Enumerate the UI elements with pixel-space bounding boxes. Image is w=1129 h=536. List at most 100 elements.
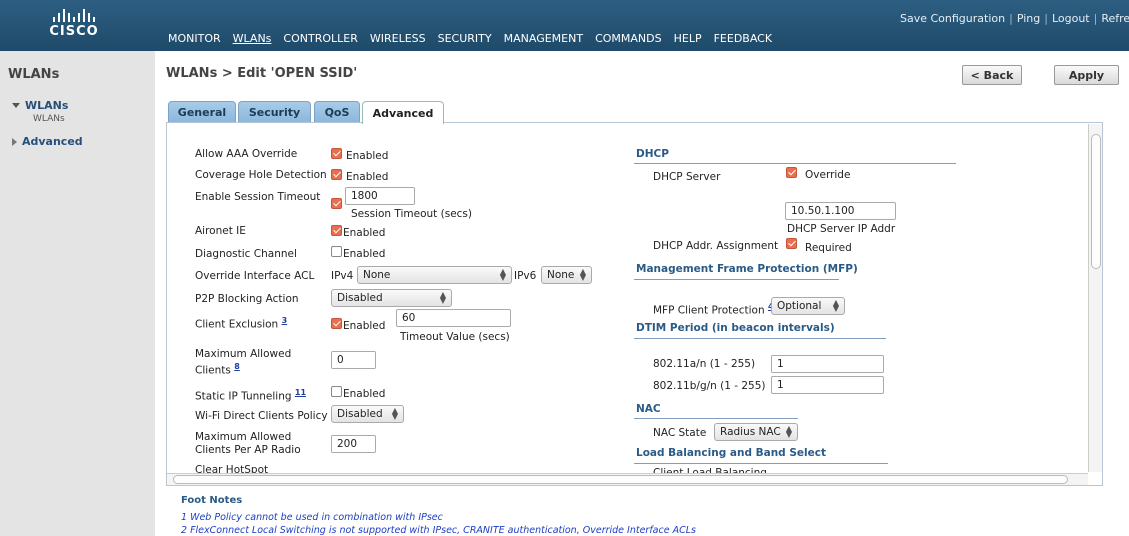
client-exclusion-text-label: Client Exclusion: [195, 318, 279, 331]
ipv4-acl-select[interactable]: None ▲ ▼: [357, 266, 512, 284]
ipv6-label: IPv6: [514, 270, 537, 282]
top-links: Save Configuration | Ping | Logout | Ref…: [900, 12, 1129, 25]
max-per-ap-label-line2: Clients Per AP Radio: [195, 444, 301, 456]
main-nav: MONITOR WLANs CONTROLLER WIRELESS SECURI…: [168, 32, 772, 45]
allow-aaa-override-text: Enabled: [346, 150, 389, 162]
dtim-a-input[interactable]: 1: [771, 355, 884, 373]
ipv6-acl-select[interactable]: None ▲ ▼: [541, 266, 592, 284]
vertical-scrollbar[interactable]: [1088, 124, 1102, 472]
page-title: WLANs > Edit 'OPEN SSID': [166, 66, 358, 81]
mfp-section-header: Management Frame Protection (MFP): [636, 263, 858, 275]
static-ip-label: Static IP Tunneling 11: [195, 388, 306, 403]
section-divider: [634, 163, 956, 164]
select-arrows-icon: ▲ ▼: [579, 267, 586, 282]
link-separator: |: [1009, 12, 1013, 25]
client-exclusion-checkbox[interactable]: [331, 318, 342, 329]
coverage-hole-checkbox[interactable]: [331, 169, 342, 180]
load-balancing-section-header: Load Balancing and Band Select: [636, 447, 826, 459]
mfp-client-protection-text-label: MFP Client Protection: [653, 304, 765, 317]
allow-aaa-override-checkbox[interactable]: [331, 148, 342, 159]
sidebar-item-wlans[interactable]: WLANs: [12, 99, 68, 112]
refresh-link[interactable]: Refresh: [1101, 12, 1129, 25]
footnote-line: 1 Web Policy cannot be used in combinati…: [181, 512, 443, 523]
nac-state-select[interactable]: Radius NAC ▲ ▼: [714, 423, 798, 441]
wifi-direct-select[interactable]: Disabled ▲ ▼: [331, 405, 404, 423]
exclusion-timeout-input[interactable]: 60: [396, 309, 511, 327]
section-divider: [634, 463, 888, 464]
tab-advanced[interactable]: Advanced: [362, 101, 444, 124]
tab-security[interactable]: Security: [238, 101, 311, 123]
nav-wireless[interactable]: WIRELESS: [370, 32, 426, 45]
aironet-ie-text: Enabled: [343, 227, 386, 239]
tab-qos[interactable]: QoS: [314, 101, 360, 123]
session-timeout-sublabel: Session Timeout (secs): [351, 208, 472, 220]
nav-management[interactable]: MANAGEMENT: [504, 32, 583, 45]
coverage-hole-label: Coverage Hole Detection: [195, 169, 327, 181]
mfp-client-protection-select[interactable]: Optional ▲ ▼: [771, 297, 845, 315]
max-per-ap-input[interactable]: 200: [331, 435, 376, 453]
apply-button[interactable]: Apply: [1054, 65, 1119, 85]
nav-security[interactable]: SECURITY: [438, 32, 492, 45]
nac-state-value: Radius NAC: [720, 426, 781, 438]
diagnostic-channel-text: Enabled: [343, 248, 386, 260]
scrollbar-thumb[interactable]: [173, 475, 1068, 484]
save-configuration-link[interactable]: Save Configuration: [900, 12, 1005, 25]
top-banner: CISCO MONITOR WLANs CONTROLLER WIRELESS …: [0, 0, 1129, 51]
dhcp-server-ip-input[interactable]: 10.50.1.100: [785, 202, 896, 220]
exclusion-timeout-sublabel: Timeout Value (secs): [400, 331, 510, 343]
max-clients-label-line2: Clients 8: [195, 362, 240, 377]
footnote-link[interactable]: 11: [295, 388, 306, 397]
select-arrows-icon: ▲ ▼: [832, 298, 839, 313]
dhcp-override-checkbox[interactable]: [786, 167, 797, 178]
diagnostic-channel-checkbox[interactable]: [331, 246, 342, 257]
nav-controller[interactable]: CONTROLLER: [283, 32, 357, 45]
sidebar-title: WLANs: [8, 67, 60, 82]
ping-link[interactable]: Ping: [1017, 12, 1040, 25]
cisco-logo: CISCO: [44, 8, 104, 44]
max-per-ap-label-line1: Maximum Allowed: [195, 431, 292, 443]
nav-wlans[interactable]: WLANs: [233, 32, 272, 45]
nav-help[interactable]: HELP: [674, 32, 702, 45]
wifi-direct-value: Disabled: [337, 408, 383, 420]
client-exclusion-text: Enabled: [343, 320, 386, 332]
link-separator: |: [1093, 12, 1098, 25]
sidebar-subitem-wlans[interactable]: WLANs: [33, 114, 65, 124]
select-arrows-icon: ▲ ▼: [439, 290, 446, 305]
mfp-client-protection-label: MFP Client Protection 4: [653, 302, 774, 317]
p2p-blocking-select[interactable]: Disabled ▲ ▼: [331, 289, 452, 307]
max-clients-label-line1: Maximum Allowed: [195, 348, 292, 360]
dhcp-server-label: DHCP Server: [653, 171, 721, 183]
client-exclusion-label: Client Exclusion 3: [195, 316, 287, 331]
horizontal-scrollbar[interactable]: [167, 473, 1088, 485]
static-ip-checkbox[interactable]: [331, 386, 342, 397]
back-button[interactable]: < Back: [962, 65, 1022, 85]
footnote-link[interactable]: 3: [282, 316, 288, 325]
dtim-section-header: DTIM Period (in beacon intervals): [636, 322, 835, 334]
select-arrows-icon: ▲ ▼: [785, 424, 792, 439]
dtim-b-input[interactable]: 1: [771, 376, 884, 394]
section-divider: [634, 418, 798, 419]
select-arrows-icon: ▲ ▼: [499, 267, 506, 282]
logout-link[interactable]: Logout: [1052, 12, 1090, 25]
static-ip-text: Enabled: [343, 388, 386, 400]
sidebar-item-advanced[interactable]: Advanced: [12, 135, 83, 148]
nav-feedback[interactable]: FEEDBACK: [714, 32, 772, 45]
sidebar: WLANs WLANs WLANs Advanced: [0, 51, 155, 536]
nav-monitor[interactable]: MONITOR: [168, 32, 221, 45]
allow-aaa-override-label: Allow AAA Override: [195, 148, 298, 160]
aironet-ie-checkbox[interactable]: [331, 225, 342, 236]
max-clients-input[interactable]: 0: [331, 351, 376, 369]
scrollbar-thumb[interactable]: [1091, 134, 1101, 269]
p2p-blocking-value: Disabled: [337, 292, 383, 304]
dhcp-required-checkbox[interactable]: [786, 238, 797, 249]
session-timeout-checkbox[interactable]: [331, 198, 342, 209]
dhcp-required-text: Required: [805, 242, 852, 254]
nac-section-header: NAC: [636, 403, 661, 415]
sidebar-item-label: WLANs: [25, 99, 69, 112]
footnote-link[interactable]: 8: [234, 362, 240, 371]
max-clients-label-text: Clients: [195, 364, 231, 377]
nav-commands[interactable]: COMMANDS: [595, 32, 662, 45]
tab-general[interactable]: General: [168, 101, 236, 123]
dhcp-override-text: Override: [805, 169, 851, 181]
session-timeout-input[interactable]: 1800: [345, 187, 415, 205]
